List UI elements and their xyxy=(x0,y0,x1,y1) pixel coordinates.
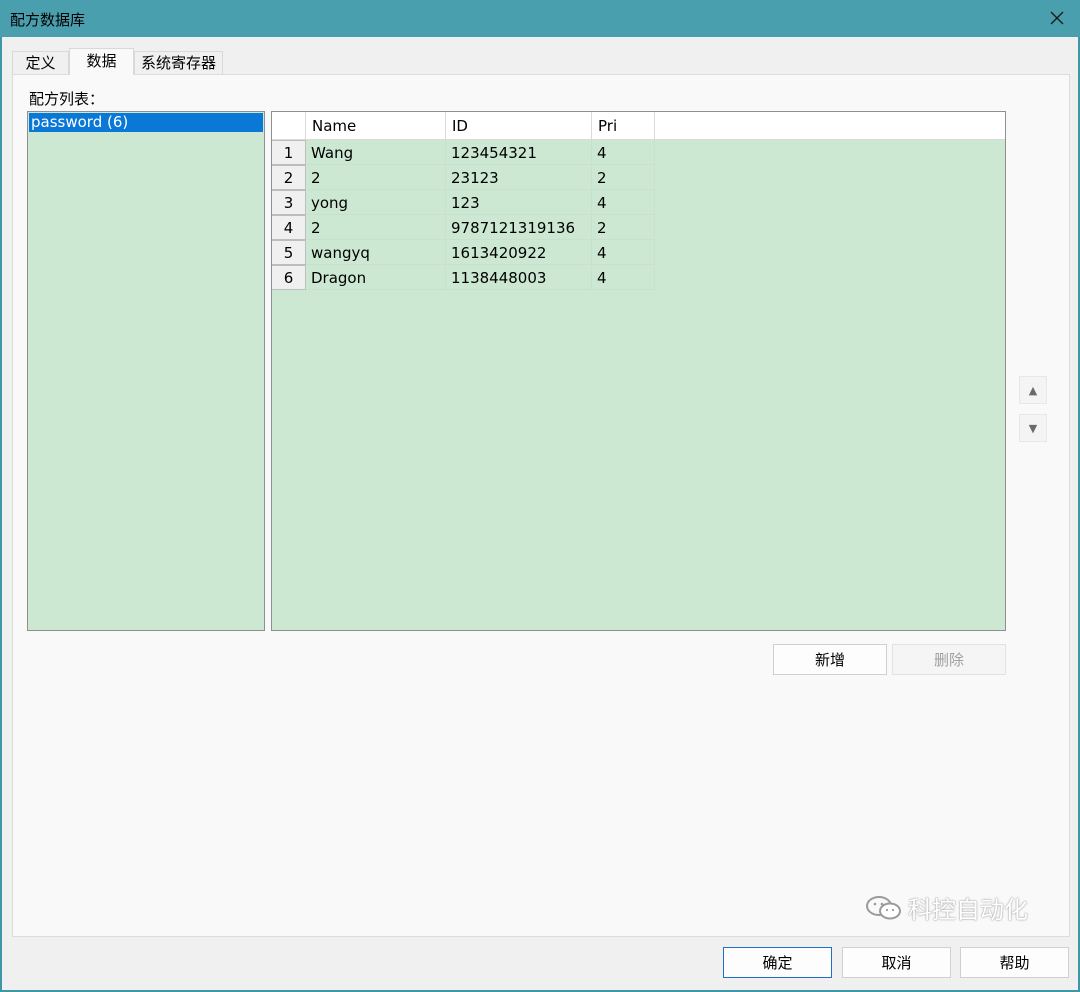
recipe-list-label: 配方列表： xyxy=(29,90,105,108)
tab-label: 定义 xyxy=(25,54,56,72)
table-row[interactable]: 4 2 9787121319136 2 xyxy=(272,215,655,240)
table-row[interactable]: 1 Wang 123454321 4 xyxy=(272,140,655,165)
row-number[interactable]: 4 xyxy=(272,215,306,240)
cell-pri[interactable]: 4 xyxy=(592,240,655,265)
triangle-down-icon: ▼ xyxy=(1028,421,1038,435)
watermark: 科控自动化 xyxy=(864,890,1028,925)
tab-label: 系统寄存器 xyxy=(140,54,216,72)
cell-name[interactable]: Dragon xyxy=(306,265,446,290)
cell-id[interactable]: 1138448003 xyxy=(446,265,592,290)
row-number[interactable]: 1 xyxy=(272,140,306,165)
cell-name[interactable]: 2 xyxy=(306,165,446,190)
column-header-pri[interactable]: Pri xyxy=(592,112,655,139)
table-row[interactable]: 6 Dragon 1138448003 4 xyxy=(272,265,655,290)
cell-id[interactable]: 1613420922 xyxy=(446,240,592,265)
cell-name[interactable]: 2 xyxy=(306,215,446,240)
table-row[interactable]: 2 2 23123 2 xyxy=(272,165,655,190)
row-number[interactable]: 5 xyxy=(272,240,306,265)
recipe-list[interactable]: password (6) xyxy=(27,111,265,631)
cancel-button[interactable]: 取消 xyxy=(842,947,951,978)
cell-id[interactable]: 123 xyxy=(446,190,592,215)
tab-label: 数据 xyxy=(86,52,117,70)
cell-pri[interactable]: 4 xyxy=(592,190,655,215)
delete-button[interactable]: 删除 xyxy=(892,644,1006,675)
tab-definition[interactable]: 定义 xyxy=(12,51,69,74)
cell-pri[interactable]: 4 xyxy=(592,140,655,165)
close-button[interactable] xyxy=(1042,4,1072,32)
table-row[interactable]: 3 yong 123 4 xyxy=(272,190,655,215)
tab-data[interactable]: 数据 xyxy=(69,48,134,75)
triangle-up-icon: ▲ xyxy=(1028,383,1038,397)
table-row[interactable]: 5 wangyq 1613420922 4 xyxy=(272,240,655,265)
window-title: 配方数据库 xyxy=(10,11,86,29)
ok-button[interactable]: 确定 xyxy=(723,947,832,978)
cell-name[interactable]: Wang xyxy=(306,140,446,165)
grid-header: Name ID Pri xyxy=(272,112,1005,140)
title-bar: 配方数据库 xyxy=(0,0,1080,37)
column-header-name[interactable]: Name xyxy=(306,112,446,139)
tab-system-registers[interactable]: 系统寄存器 xyxy=(134,51,223,74)
dialog-body: 定义 数据 系统寄存器 配方列表： password (6) Name ID P… xyxy=(2,37,1078,990)
wechat-icon xyxy=(866,895,901,919)
watermark-text: 科控自动化 xyxy=(908,896,1028,924)
row-number[interactable]: 6 xyxy=(272,265,306,290)
recipe-list-item[interactable]: password (6) xyxy=(29,113,263,132)
cell-id[interactable]: 9787121319136 xyxy=(446,215,592,240)
cell-id[interactable]: 23123 xyxy=(446,165,592,190)
cell-pri[interactable]: 2 xyxy=(592,165,655,190)
row-number[interactable]: 2 xyxy=(272,165,306,190)
grid-corner-cell[interactable] xyxy=(272,112,306,139)
cell-pri[interactable]: 2 xyxy=(592,215,655,240)
move-up-button[interactable]: ▲ xyxy=(1019,376,1047,404)
column-header-id[interactable]: ID xyxy=(446,112,592,139)
cell-name[interactable]: wangyq xyxy=(306,240,446,265)
row-number[interactable]: 3 xyxy=(272,190,306,215)
cell-pri[interactable]: 4 xyxy=(592,265,655,290)
add-button[interactable]: 新增 xyxy=(773,644,887,675)
recipe-data-grid[interactable]: Name ID Pri 1 Wang 123454321 4 2 2 23123… xyxy=(271,111,1006,631)
help-button[interactable]: 帮助 xyxy=(960,947,1069,978)
tab-panel-data: 配方列表： password (6) Name ID Pri 1 Wang 12… xyxy=(12,74,1070,937)
cell-name[interactable]: yong xyxy=(306,190,446,215)
close-icon xyxy=(1050,11,1064,25)
cell-id[interactable]: 123454321 xyxy=(446,140,592,165)
move-down-button[interactable]: ▼ xyxy=(1019,414,1047,442)
